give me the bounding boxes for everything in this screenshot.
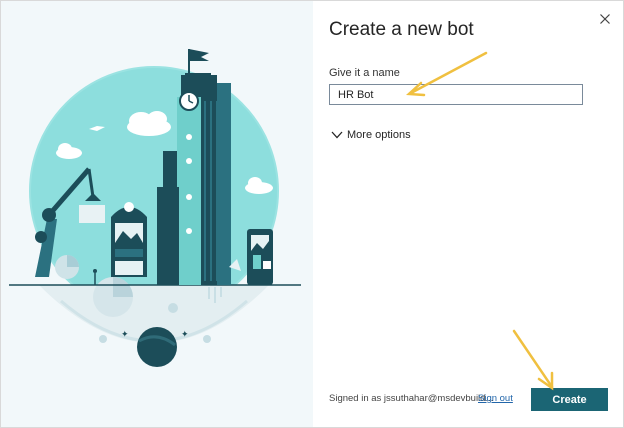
svg-text:✦: ✦ bbox=[121, 329, 129, 339]
close-button[interactable] bbox=[597, 11, 613, 27]
create-bot-dialog: ✦ ✦ Create a new bot Give it a name HR B… bbox=[0, 0, 624, 428]
city-illustration: ✦ ✦ bbox=[9, 49, 301, 367]
name-field-label: Give it a name bbox=[329, 67, 400, 79]
bot-name-input[interactable] bbox=[329, 84, 583, 105]
svg-text:✦: ✦ bbox=[181, 329, 189, 339]
signed-in-text: Signed in as jssuthahar@msdevbuild... bbox=[329, 393, 494, 404]
more-options-label: More options bbox=[347, 129, 411, 141]
form-panel: Create a new bot Give it a name More opt… bbox=[313, 1, 623, 427]
close-icon bbox=[600, 14, 610, 24]
dialog-title: Create a new bot bbox=[329, 19, 474, 40]
more-options-toggle[interactable]: More options bbox=[331, 129, 411, 141]
sign-out-link[interactable]: Sign out bbox=[478, 393, 513, 404]
illustration-panel: ✦ ✦ bbox=[1, 1, 313, 427]
create-button[interactable]: Create bbox=[531, 388, 608, 411]
chevron-down-icon bbox=[331, 131, 343, 139]
